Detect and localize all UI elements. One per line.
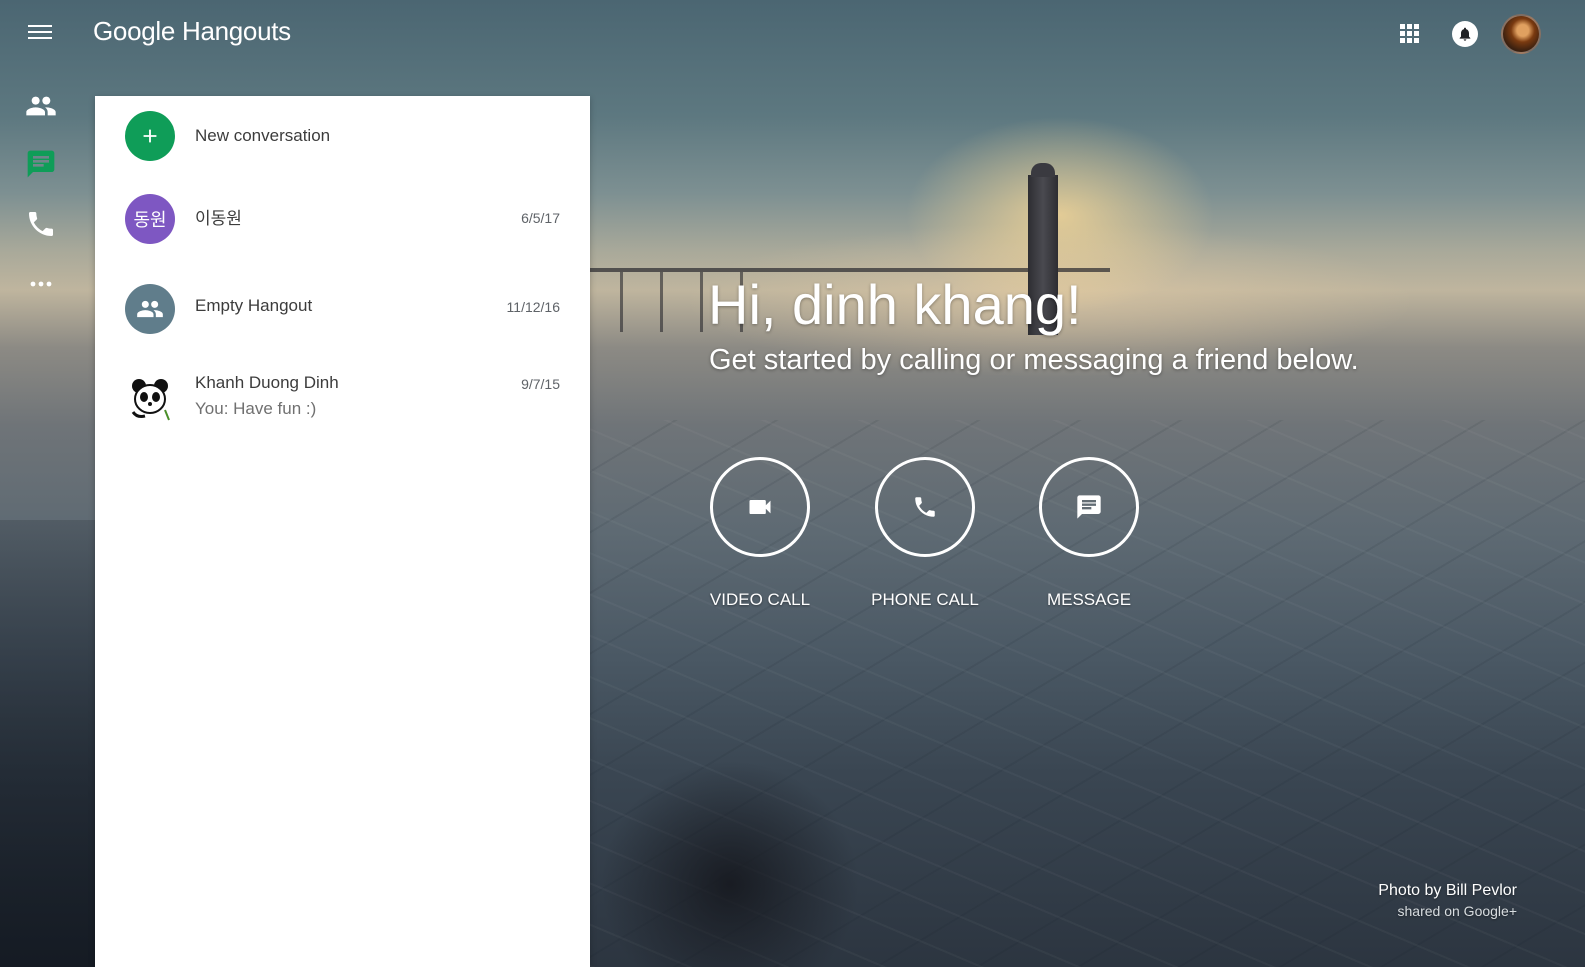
photo-credit: Photo by Bill Pevlor shared on Google+ — [1378, 882, 1517, 919]
conversation-name: Empty Hangout — [195, 296, 313, 315]
conversation-avatar: 동원 — [125, 194, 175, 244]
message-icon — [1077, 495, 1101, 519]
conversation-date: 11/12/16 — [506, 299, 560, 315]
photo-credit-author[interactable]: Photo by Bill Pevlor — [1378, 882, 1517, 900]
new-conversation-button[interactable]: New conversation — [95, 96, 590, 176]
conversation-name: Khanh Duong Dinh — [195, 373, 339, 392]
conversation-name: 이동원 — [195, 209, 242, 229]
conversation-snippet: You: Have fun :) — [195, 399, 317, 418]
group-icon — [137, 300, 163, 318]
new-conversation-label: New conversation — [195, 126, 331, 145]
video-call-label[interactable]: VIDEO CALL — [680, 590, 840, 610]
background-rocks-bottom — [600, 760, 860, 967]
google-apps-button[interactable] — [1398, 22, 1422, 46]
notifications-button[interactable] — [1452, 21, 1478, 47]
conversation-date: 9/7/15 — [521, 376, 560, 392]
phone-icon — [29, 212, 53, 236]
rail-more-button[interactable] — [25, 268, 57, 300]
background-rocks-left — [0, 520, 100, 967]
phone-icon — [915, 497, 935, 517]
chat-icon — [27, 150, 55, 178]
greeting-subtitle: Get started by calling or messaging a fr… — [709, 344, 1359, 376]
main-menu-button[interactable] — [22, 18, 58, 46]
hamburger-icon — [28, 25, 52, 27]
photo-credit-source: shared on Google+ — [1397, 903, 1517, 919]
new-conversation-circle — [125, 111, 175, 161]
rail-phone-calls-button[interactable] — [25, 208, 57, 240]
app-logo[interactable]: Google Hangouts — [93, 16, 291, 47]
account-avatar[interactable] — [1501, 14, 1541, 54]
videocam-icon — [749, 500, 771, 514]
plus-icon — [143, 129, 157, 143]
video-call-button[interactable] — [710, 457, 810, 557]
bell-icon — [1459, 27, 1471, 41]
phone-call-button[interactable] — [875, 457, 975, 557]
message-label[interactable]: MESSAGE — [1009, 590, 1169, 610]
conversation-avatar — [125, 372, 175, 422]
conversation-avatar — [125, 284, 175, 334]
people-icon — [26, 96, 56, 116]
conversation-list-panel: New conversation 동원 이동원 6/5/17 Empty Han… — [95, 96, 590, 967]
conversation-date: 6/5/17 — [521, 210, 560, 226]
list-item[interactable]: 동원 이동원 6/5/17 — [95, 178, 590, 258]
greeting-heading: Hi, dinh khang! — [708, 273, 1082, 336]
more-icon — [30, 281, 52, 287]
list-item[interactable]: Khanh Duong Dinh You: Have fun :) 9/7/15 — [95, 358, 590, 438]
rail-contacts-button[interactable] — [25, 90, 57, 122]
phone-call-label[interactable]: PHONE CALL — [845, 590, 1005, 610]
message-button[interactable] — [1039, 457, 1139, 557]
list-item[interactable]: Empty Hangout 11/12/16 — [95, 268, 590, 348]
rail-conversations-button[interactable] — [25, 148, 57, 180]
panda-icon — [131, 379, 170, 421]
